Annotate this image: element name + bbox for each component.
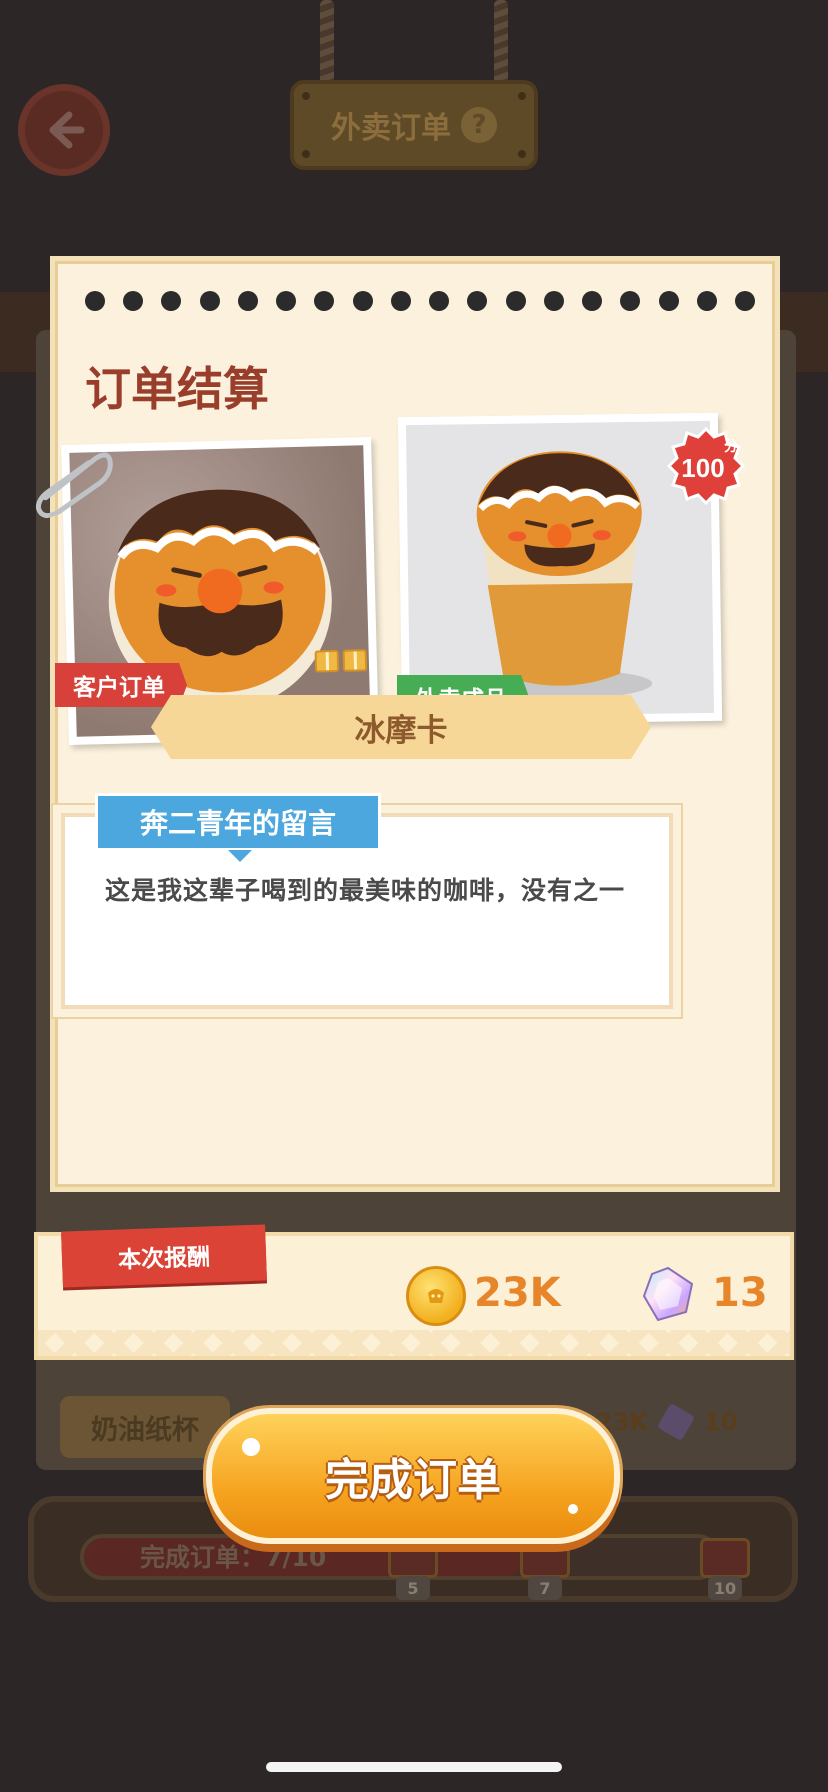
gift-icon: [700, 1538, 750, 1578]
reward-coins: 23K: [474, 1270, 561, 1316]
milestone-number: 5: [396, 1576, 430, 1600]
milestone-gift[interactable]: 7: [520, 1538, 574, 1600]
order-row-reward: 23K 10: [596, 1402, 738, 1442]
order-settlement-modal: 订单结算 100 分 客户订单 冰摩卡 奔二青年的留言 这是我这辈子喝到的最美味…: [35, 256, 780, 1192]
notebook-holes: [85, 291, 755, 315]
milestone-gift[interactable]: 10: [700, 1538, 754, 1600]
score-value: 100: [681, 453, 724, 483]
home-indicator[interactable]: [266, 1762, 562, 1772]
back-arrow-icon: [49, 111, 85, 149]
complete-order-button[interactable]: 完成订单: [206, 1408, 620, 1544]
modal-title: 订单结算: [85, 362, 269, 416]
help-icon[interactable]: ?: [461, 107, 497, 143]
back-button[interactable]: [18, 84, 110, 176]
order-row-label: 奶油纸杯: [60, 1396, 230, 1458]
drink-name-ribbon: 冰摩卡: [151, 695, 651, 759]
hanging-rope: [320, 0, 334, 90]
complete-order-label: 完成订单: [325, 1455, 501, 1506]
customer-message-text: 这是我这辈子喝到的最美味的咖啡，没有之一: [105, 876, 626, 905]
decorative-zigzag: [38, 1330, 790, 1356]
page-title-plate: 外卖订单 ?: [290, 80, 538, 170]
gem-icon: [642, 1266, 694, 1322]
page-title: 外卖订单: [331, 111, 451, 146]
milestone-number: 10: [708, 1576, 742, 1600]
gift-icon: [342, 649, 368, 672]
reward-label: 本次报酬: [61, 1224, 267, 1288]
customer-message-title: 奔二青年的留言: [95, 793, 381, 862]
reward-gems: 13: [712, 1270, 768, 1316]
gift-icon: [314, 649, 340, 673]
order-row-gems: 10: [704, 1408, 738, 1436]
score-badge: 100 分: [667, 427, 745, 505]
milestone-gift[interactable]: 5: [388, 1538, 442, 1600]
hanging-rope: [494, 0, 508, 90]
gem-icon: [656, 1402, 696, 1442]
milestone-number: 7: [528, 1576, 562, 1600]
score-unit: 分: [724, 439, 738, 455]
gift-icon: [388, 1538, 438, 1578]
gift-icons: [314, 648, 371, 673]
gift-icon: [520, 1538, 570, 1578]
coin-icon: [406, 1266, 466, 1326]
customer-order-tag: 客户订单: [55, 663, 187, 707]
